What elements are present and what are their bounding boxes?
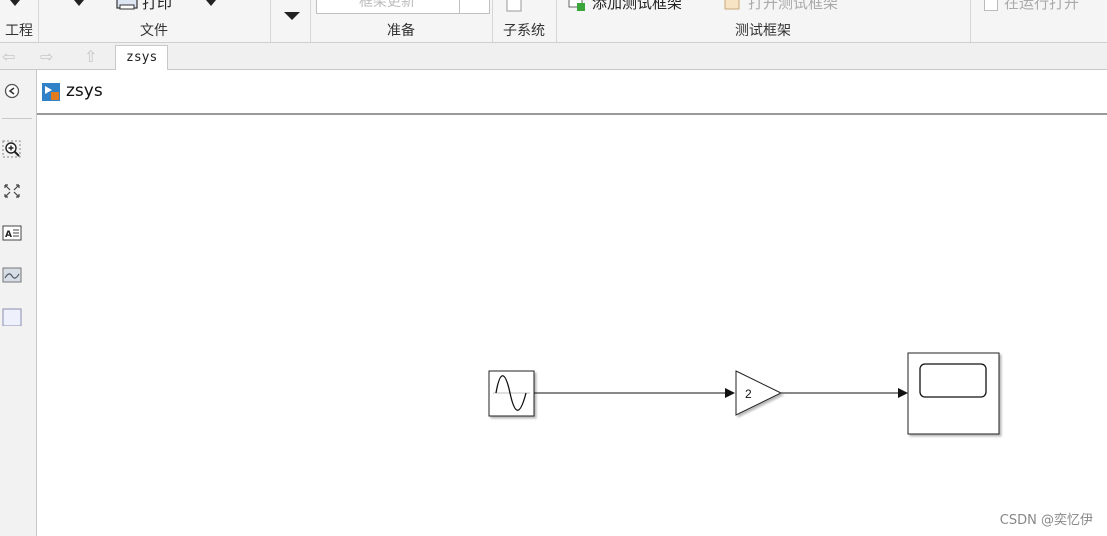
scope-screen-icon	[919, 363, 987, 398]
signal-line[interactable]	[534, 388, 735, 398]
block-diagram: 2	[488, 352, 1000, 435]
sine-wave-block[interactable]	[488, 370, 535, 417]
scope-block[interactable]	[907, 352, 1000, 435]
gain-block[interactable]: 2	[735, 370, 783, 416]
gain-value: 2	[745, 387, 752, 401]
watermark: CSDN @奕忆伊	[999, 513, 1093, 528]
signal-line[interactable]	[781, 388, 908, 398]
